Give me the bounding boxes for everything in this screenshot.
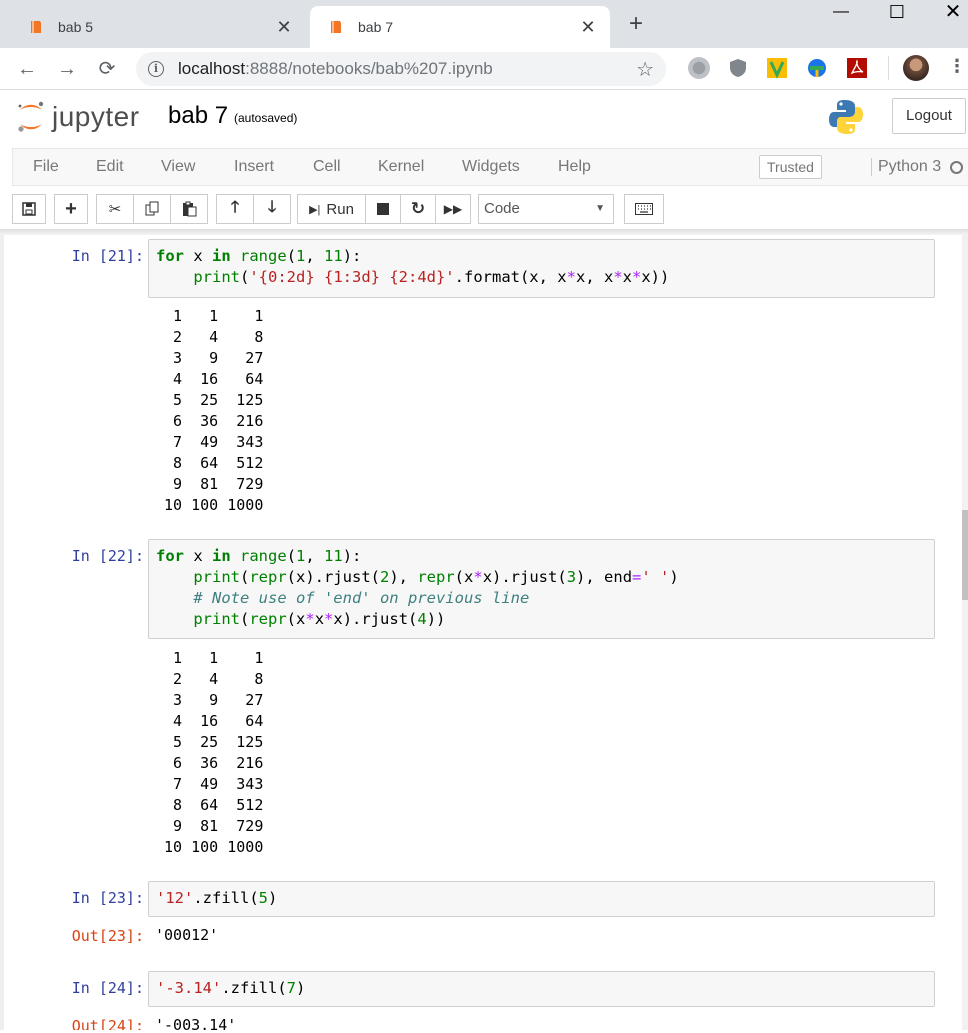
cell-type-select[interactable]: Code ▼ <box>478 194 614 224</box>
reload-icon[interactable]: ⟳ <box>94 56 120 82</box>
jupyter-logo[interactable]: jupyter <box>16 100 140 134</box>
globe-icon[interactable] <box>688 57 710 79</box>
jupyter-logo-text: jupyter <box>52 101 140 132</box>
autosave-status: (autosaved) <box>234 111 298 125</box>
move-down-button[interactable]: 🡓 <box>253 194 291 224</box>
browser-tab-bab-7[interactable]: bab 7 ✕ <box>310 6 610 48</box>
logout-button[interactable]: Logout <box>892 98 966 134</box>
browser-tab-bab-5[interactable]: bab 5 ✕ <box>10 6 306 48</box>
pdf-icon[interactable] <box>846 57 868 79</box>
minimize-button[interactable]: — <box>826 2 856 24</box>
address-bar[interactable]: i localhost:8888/notebooks/bab%207.ipynb… <box>136 52 666 86</box>
output-prompt: Out[23]: <box>71 927 144 945</box>
input-prompt: In [23]: <box>71 889 144 907</box>
kernel-idle-icon <box>950 161 963 174</box>
scissors-icon: ✂ <box>108 201 122 218</box>
info-icon[interactable]: i <box>148 61 164 77</box>
jupyter-header: jupyter bab 7 (autosaved) Logout <box>0 90 968 146</box>
code-cell-input[interactable]: for x in range(1, 11): print('{0:2d} {1:… <box>148 239 935 298</box>
keyboard-icon <box>635 203 653 215</box>
code-cell-input[interactable]: for x in range(1, 11): print(repr(x).rju… <box>148 539 935 639</box>
run-button[interactable]: ▶| Run <box>297 194 366 224</box>
v-extension-icon[interactable] <box>766 57 788 79</box>
cell-output: '00012' <box>155 926 219 944</box>
code-cell-input[interactable]: '12'.zfill(5) <box>148 881 935 917</box>
cell-output: 1 1 1 2 4 8 3 9 27 4 16 64 5 25 125 6 36… <box>164 649 264 856</box>
restart-run-all-button[interactable]: ▶▶ <box>435 194 471 224</box>
copy-button[interactable] <box>133 194 171 224</box>
kernel-name: Python 3 <box>871 158 941 176</box>
menu-widgets[interactable]: Widgets <box>462 158 520 176</box>
chevron-down-icon: ▼ <box>595 203 605 214</box>
save-button[interactable] <box>12 194 46 224</box>
maximize-button[interactable]: ☐ <box>882 2 912 24</box>
new-tab-button[interactable]: + <box>624 12 648 36</box>
python-logo-icon <box>829 100 863 134</box>
scrollbar-thumb[interactable] <box>962 510 968 600</box>
browser-tab-strip: bab 5 ✕ bab 7 ✕ + — ☐ ✕ <box>0 0 968 48</box>
menu-file[interactable]: File <box>33 158 59 176</box>
tab-title: bab 7 <box>358 19 394 35</box>
command-palette-button[interactable] <box>624 194 664 224</box>
plus-icon: + <box>65 197 77 220</box>
trusted-indicator[interactable]: Trusted <box>759 155 822 179</box>
cell-output: '-003.14' <box>155 1016 237 1030</box>
menu-edit[interactable]: Edit <box>96 158 124 176</box>
code-cell-input[interactable]: '-3.14'.zfill(7) <box>148 971 935 1007</box>
menu-cell[interactable]: Cell <box>313 158 341 176</box>
cell-type-value: Code <box>484 200 520 217</box>
input-prompt: In [21]: <box>71 247 144 265</box>
jupyter-logo-icon <box>18 101 44 132</box>
move-up-button[interactable]: 🡑 <box>216 194 254 224</box>
insert-cell-button[interactable]: + <box>54 194 88 224</box>
tab-title: bab 5 <box>58 19 94 35</box>
notebook-page: In [21]: for x in range(1, 11): print('{… <box>4 235 962 1030</box>
scrollbar[interactable] <box>962 235 968 1030</box>
save-icon <box>22 202 36 216</box>
menu-insert[interactable]: Insert <box>234 158 274 176</box>
menu-view[interactable]: View <box>161 158 195 176</box>
cut-button[interactable]: ✂ <box>96 194 134 224</box>
star-icon[interactable]: ☆ <box>636 57 654 82</box>
url-path: :8888/notebooks/bab%207.ipynb <box>245 59 493 78</box>
copy-icon <box>145 201 159 216</box>
paste-icon <box>183 201 197 217</box>
restart-button[interactable]: ↻ <box>400 194 436 224</box>
url-host: localhost <box>178 59 246 78</box>
notebook-name[interactable]: bab 7 <box>168 102 228 130</box>
notebook-menubar: File Edit View Insert Cell Kernel Widget… <box>12 148 968 186</box>
stop-icon <box>377 203 389 215</box>
kebab-menu-icon[interactable]: ⋮ <box>948 57 966 75</box>
notebook-container[interactable]: In [21]: for x in range(1, 11): print('{… <box>0 235 968 1030</box>
back-icon[interactable]: ← <box>14 56 40 82</box>
idm-icon[interactable] <box>806 57 828 79</box>
paste-button[interactable] <box>170 194 208 224</box>
jupyter-notebook-icon <box>331 21 341 33</box>
run-label: Run <box>326 200 354 218</box>
arrow-down-icon: 🡓 <box>267 198 277 216</box>
output-prompt: Out[24]: <box>71 1017 144 1030</box>
restart-icon: ↻ <box>410 199 426 218</box>
step-forward-icon: ▶| <box>309 203 321 216</box>
forward-icon[interactable]: → <box>54 56 80 82</box>
cell-output: 1 1 1 2 4 8 3 9 27 4 16 64 5 25 125 6 36… <box>164 307 264 514</box>
interrupt-button[interactable] <box>365 194 401 224</box>
tab-close-icon[interactable]: ✕ <box>578 17 598 38</box>
menu-help[interactable]: Help <box>558 158 591 176</box>
fast-forward-icon: ▶▶ <box>443 202 463 216</box>
tab-close-icon[interactable]: ✕ <box>274 17 294 38</box>
menu-kernel[interactable]: Kernel <box>378 158 424 176</box>
input-prompt: In [22]: <box>71 547 144 565</box>
arrow-up-icon: 🡑 <box>230 198 240 216</box>
toolbar-divider <box>888 56 889 80</box>
notebook-toolbar: + ✂ 🡑 🡓 ▶| Run ↻ ▶▶ Code ▼ <box>0 190 968 230</box>
avatar[interactable] <box>903 55 929 81</box>
input-prompt: In [24]: <box>71 979 144 997</box>
close-window-button[interactable]: ✕ <box>938 2 968 24</box>
shield-icon[interactable] <box>727 57 749 79</box>
jupyter-notebook-icon <box>31 21 41 33</box>
